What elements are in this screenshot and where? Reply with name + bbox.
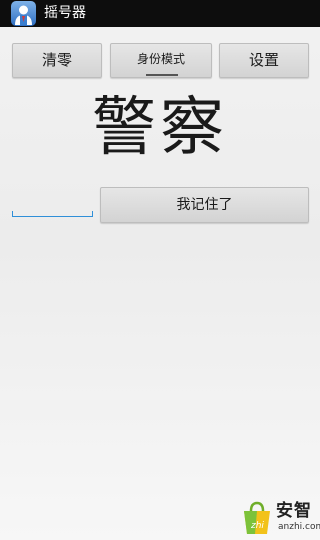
app-title: 摇号器: [44, 5, 86, 21]
settings-button[interactable]: 设置: [219, 43, 309, 78]
role-word: 警察: [92, 91, 228, 165]
input-underline-left: [12, 211, 13, 217]
shopping-bag-icon: zhi: [244, 501, 270, 534]
anzhi-watermark: zhi 安智 anzhi.com: [240, 500, 320, 536]
answer-input[interactable]: [12, 194, 93, 217]
svg-text:zhi: zhi: [250, 521, 264, 531]
watermark-url: anzhi.com: [278, 522, 320, 532]
title-bar: 摇号器: [0, 0, 320, 27]
identity-mode-button[interactable]: 身份模式: [110, 43, 212, 78]
app-icon[interactable]: [11, 1, 36, 26]
input-underline-right: [92, 211, 93, 217]
mode-indicator: [146, 74, 178, 76]
watermark-brand: 安智: [276, 501, 312, 521]
identity-mode-label: 身份模式: [136, 52, 185, 66]
clear-button[interactable]: 清零: [12, 43, 102, 78]
remember-button[interactable]: 我记住了: [100, 187, 309, 223]
